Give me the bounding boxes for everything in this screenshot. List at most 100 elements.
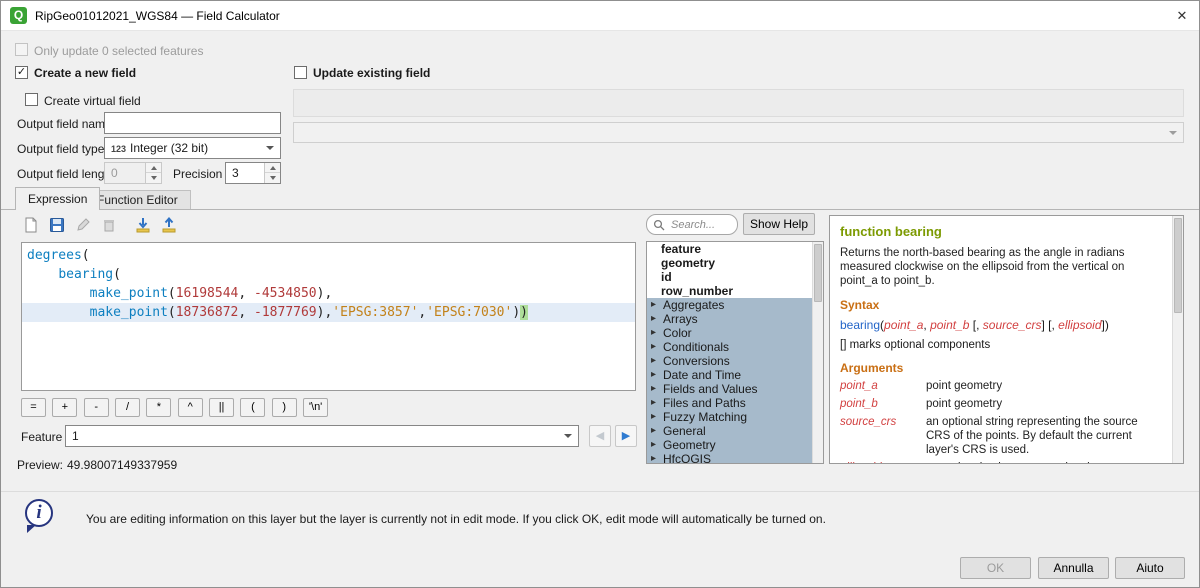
operator-multiply-button[interactable]: * xyxy=(146,398,171,417)
output-field-type-label: Output field type xyxy=(17,142,104,156)
import-arrow-icon xyxy=(135,217,151,233)
save-icon xyxy=(49,217,65,233)
function-group-color[interactable]: ▸Color xyxy=(647,326,823,340)
function-item-id[interactable]: id xyxy=(647,270,823,284)
previous-feature-button[interactable]: ◀ xyxy=(589,425,611,447)
qgis-logo-icon: Q xyxy=(10,7,27,24)
output-field-name-label: Output field name xyxy=(17,117,112,131)
delete-expression-button[interactable] xyxy=(97,213,121,237)
function-group-arrays[interactable]: ▸Arrays xyxy=(647,312,823,326)
create-virtual-field-checkbox[interactable] xyxy=(25,93,38,106)
operator-divide-button[interactable]: / xyxy=(115,398,140,417)
expand-arrow-icon: ▸ xyxy=(651,354,656,368)
function-item-feature[interactable]: feature xyxy=(647,242,823,256)
output-field-type-combo[interactable]: 123Integer (32 bit) xyxy=(104,137,281,159)
precision-spin-buttons xyxy=(264,163,280,183)
expand-arrow-icon: ▸ xyxy=(651,424,656,438)
function-group-hfcqgis[interactable]: ▸HfcQGIS xyxy=(647,452,823,464)
scrollbar-thumb[interactable] xyxy=(1174,218,1182,313)
function-group-conditionals[interactable]: ▸Conditionals xyxy=(647,340,823,354)
preview-label: Preview: xyxy=(17,458,63,472)
check-icon: ✓ xyxy=(17,66,26,78)
operator-power-button[interactable]: ^ xyxy=(178,398,203,417)
function-group-conversions[interactable]: ▸Conversions xyxy=(647,354,823,368)
create-virtual-field-label: Create virtual field xyxy=(44,94,141,108)
only-update-checkbox[interactable] xyxy=(15,43,28,56)
function-group-general[interactable]: ▸General xyxy=(647,424,823,438)
import-expression-button[interactable] xyxy=(131,213,155,237)
function-group-fuzzy-matching[interactable]: ▸Fuzzy Matching xyxy=(647,410,823,424)
feature-combo[interactable]: 1 xyxy=(65,425,579,447)
update-existing-field-checkbox[interactable] xyxy=(294,66,307,79)
code-line-current: make_point(18736872, -1877769),'EPSG:385… xyxy=(22,303,635,322)
expand-arrow-icon: ▸ xyxy=(651,326,656,340)
new-file-icon xyxy=(23,217,39,233)
function-search[interactable] xyxy=(646,214,738,235)
cancel-button[interactable]: Annulla xyxy=(1038,557,1109,579)
expression-editor[interactable]: degrees( bearing( make_point(16198544, -… xyxy=(21,242,636,391)
new-expression-button[interactable] xyxy=(19,213,43,237)
expand-arrow-icon: ▸ xyxy=(651,368,656,382)
output-field-length-spinbox[interactable]: 0 xyxy=(104,162,162,184)
only-update-label: Only update 0 selected features xyxy=(34,44,203,58)
spin-down-button[interactable] xyxy=(265,173,280,183)
footer-divider xyxy=(1,491,1199,492)
output-field-length-label: Output field length xyxy=(17,167,114,181)
argument-row: source_crsan optional string representin… xyxy=(840,415,1162,457)
export-expression-button[interactable] xyxy=(157,213,181,237)
search-icon xyxy=(653,219,665,231)
field-calculator-dialog: Q RipGeo01012021_WGS84 — Field Calculato… xyxy=(0,0,1200,588)
existing-field-list xyxy=(293,89,1184,117)
create-new-field-label: Create a new field xyxy=(34,66,136,80)
operator-concat-button[interactable]: || xyxy=(209,398,234,417)
function-item-row-number[interactable]: row_number xyxy=(647,284,823,298)
show-help-button[interactable]: Show Help xyxy=(743,213,815,235)
save-expression-button[interactable] xyxy=(45,213,69,237)
help-button[interactable]: Aiuto xyxy=(1115,557,1185,579)
function-group-fields-values[interactable]: ▸Fields and Values xyxy=(647,382,823,396)
operator-equals-button[interactable]: = xyxy=(21,398,46,417)
code-line: make_point(16198544, -4534850), xyxy=(22,284,635,303)
edit-mode-message: You are editing information on this laye… xyxy=(86,512,1169,526)
spin-down-button[interactable] xyxy=(146,173,161,183)
output-field-name-input[interactable] xyxy=(104,112,281,134)
expand-arrow-icon: ▸ xyxy=(651,438,656,452)
function-item-geometry[interactable]: geometry xyxy=(647,256,823,270)
next-feature-button[interactable]: ▶ xyxy=(615,425,637,447)
edit-expression-button[interactable] xyxy=(71,213,95,237)
tab-expression[interactable]: Expression xyxy=(15,187,100,210)
previous-icon: ◀ xyxy=(596,430,604,442)
help-scrollbar[interactable] xyxy=(1172,216,1183,463)
spin-up-button[interactable] xyxy=(146,163,161,173)
function-group-aggregates[interactable]: ▸Aggregates xyxy=(647,298,823,312)
arguments-heading: Arguments xyxy=(840,361,1162,375)
syntax-heading: Syntax xyxy=(840,298,1162,312)
spin-down-icon xyxy=(151,176,157,180)
window-title: RipGeo01012021_WGS84 — Field Calculator xyxy=(35,1,280,31)
close-icon: ✕ xyxy=(1177,8,1188,23)
function-group-geometry[interactable]: ▸Geometry xyxy=(647,438,823,452)
operator-close-paren-button[interactable]: ) xyxy=(272,398,297,417)
function-list-scrollbar[interactable] xyxy=(812,242,823,463)
operator-open-paren-button[interactable]: ( xyxy=(240,398,265,417)
close-button[interactable]: ✕ xyxy=(1165,1,1199,31)
precision-value: 3 xyxy=(232,166,239,180)
operator-plus-button[interactable]: + xyxy=(52,398,77,417)
spin-up-button[interactable] xyxy=(265,163,280,173)
function-group-date-time[interactable]: ▸Date and Time xyxy=(647,368,823,382)
precision-spinbox[interactable]: 3 xyxy=(225,162,281,184)
function-list: feature geometry id row_number ▸Aggregat… xyxy=(646,241,824,464)
ok-button[interactable]: OK xyxy=(960,557,1031,579)
search-input[interactable] xyxy=(671,216,733,233)
create-new-field-checkbox[interactable]: ✓ xyxy=(15,66,28,79)
dropdown-arrow-icon xyxy=(266,146,274,150)
expand-arrow-icon: ▸ xyxy=(651,410,656,424)
existing-field-combo[interactable] xyxy=(293,122,1184,143)
argument-row: ellipsoidan optional string representing… xyxy=(840,461,1162,463)
scrollbar-thumb[interactable] xyxy=(814,244,822,302)
code-line: bearing( xyxy=(22,265,635,284)
argument-row: point_apoint geometry xyxy=(840,379,1162,393)
function-group-files-paths[interactable]: ▸Files and Paths xyxy=(647,396,823,410)
operator-newline-button[interactable]: '\n' xyxy=(303,398,328,417)
operator-minus-button[interactable]: - xyxy=(84,398,109,417)
